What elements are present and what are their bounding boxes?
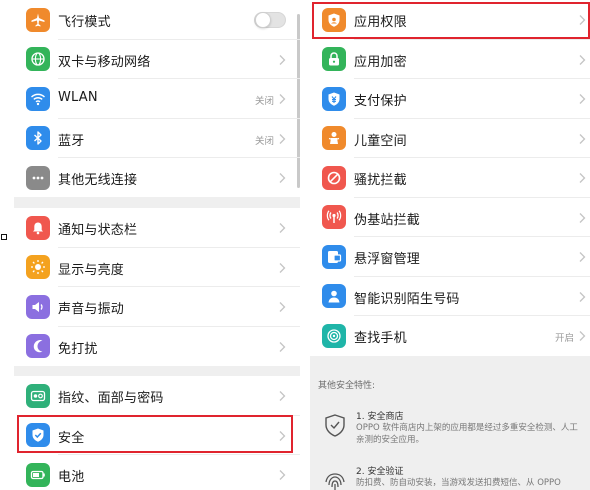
- feature-title-secure-verify: 2. 安全验证: [356, 467, 404, 477]
- more-dots-icon: [26, 165, 50, 190]
- feature-desc-secure-store: OPPO 软件商店内上架的应用都是经过多重安全检测、人工亲测的安全应用。: [356, 423, 578, 445]
- settings-row[interactable]: 应用加密: [310, 40, 590, 79]
- shield-pay-icon: [322, 86, 346, 111]
- chevron-right-icon: [578, 291, 586, 303]
- sun-icon: [26, 255, 50, 279]
- chevron-right-icon: [578, 172, 586, 184]
- lock-icon: [322, 47, 346, 71]
- row-label: 智能识别陌生号码: [354, 291, 460, 307]
- settings-row[interactable]: 查找手机 开启: [310, 316, 590, 356]
- row-label: 双卡与移动网络: [58, 54, 151, 70]
- child-icon: [322, 126, 346, 150]
- chevron-right-icon: [578, 14, 586, 26]
- chevron-right-icon: [278, 301, 286, 313]
- row-label: WLAN: [58, 90, 98, 105]
- row-value: 关闭: [254, 135, 274, 147]
- airplane-mode-toggle[interactable]: [254, 12, 286, 28]
- row-label: 通知与状态栏: [58, 223, 138, 238]
- row-label: 显示与亮度: [58, 262, 125, 278]
- row-label: 其他无线连接: [58, 173, 138, 188]
- row-label: 儿童空间: [354, 133, 407, 149]
- settings-row[interactable]: 儿童空间: [310, 119, 590, 158]
- settings-row[interactable]: 骚扰拦截: [310, 158, 590, 198]
- row-label: 应用加密: [354, 54, 407, 70]
- globe-icon: [26, 47, 50, 71]
- settings-row[interactable]: 蓝牙 关闭: [14, 119, 300, 158]
- settings-row[interactable]: 支付保护: [310, 79, 590, 119]
- shield-app-icon: [322, 7, 346, 32]
- chevron-right-icon: [578, 330, 586, 342]
- settings-row[interactable]: 应用权限: [310, 0, 590, 40]
- signal-tower-icon: [322, 205, 346, 229]
- row-label: 支付保护: [354, 94, 407, 109]
- settings-row[interactable]: 指纹、面部与密码: [14, 376, 300, 416]
- airplane-icon: [26, 7, 50, 32]
- wifi-icon: [26, 86, 50, 111]
- row-label: 飞行模式: [58, 15, 111, 30]
- row-label: 应用权限: [354, 15, 407, 30]
- settings-row[interactable]: 声音与振动: [14, 287, 300, 327]
- settings-row[interactable]: 显示与亮度: [14, 248, 300, 287]
- settings-row[interactable]: 双卡与移动网络: [14, 40, 300, 79]
- settings-row[interactable]: 飞行模式: [14, 0, 300, 40]
- settings-panel: 飞行模式 双卡与移动网络 WLAN 关闭 蓝牙 关闭 其他无线连接 通知与状态栏 显示与亮度 声音…: [14, 0, 300, 490]
- row-label: 指纹、面部与密码: [58, 391, 164, 406]
- moon-icon: [26, 334, 50, 358]
- row-label: 查找手机: [354, 331, 407, 346]
- chevron-right-icon: [278, 54, 286, 66]
- battery-icon: [26, 462, 50, 487]
- floating-window-icon: [322, 244, 346, 269]
- chevron-right-icon: [278, 133, 286, 145]
- chevron-right-icon: [278, 262, 286, 274]
- security-panel: 应用权限 应用加密 支付保护 儿童空间 骚扰拦截 伪基站拦截 悬浮窗管理 智能识别陌生号码 查找…: [310, 0, 590, 490]
- speaker-icon: [26, 294, 50, 319]
- other-features-caption: 其他安全特性:: [318, 381, 376, 391]
- chevron-right-icon: [278, 469, 286, 481]
- row-label: 声音与振动: [58, 302, 125, 317]
- settings-row[interactable]: 通知与状态栏: [14, 208, 300, 248]
- find-phone-icon: [322, 323, 346, 348]
- fingerprint-outline-icon: [322, 470, 348, 490]
- bluetooth-icon: [26, 126, 50, 150]
- chevron-right-icon: [578, 133, 586, 145]
- chevron-right-icon: [278, 222, 286, 234]
- settings-row[interactable]: 其他无线连接: [14, 158, 300, 198]
- row-label: 伪基站拦截: [354, 212, 421, 228]
- settings-row[interactable]: 安全: [14, 416, 300, 455]
- shield-outline-icon: [322, 412, 348, 438]
- block-icon: [322, 165, 346, 190]
- chevron-right-icon: [578, 54, 586, 66]
- settings-row[interactable]: 电池: [14, 455, 300, 490]
- row-value: 开启: [554, 333, 574, 344]
- chevron-right-icon: [578, 212, 586, 224]
- chevron-right-icon: [578, 93, 586, 105]
- chevron-right-icon: [278, 93, 286, 105]
- stray-marker: [1, 234, 7, 240]
- settings-row[interactable]: 悬浮窗管理: [310, 237, 590, 277]
- settings-row[interactable]: 免打扰: [14, 327, 300, 367]
- shield-check-icon: [26, 423, 50, 447]
- chevron-right-icon: [578, 251, 586, 263]
- fingerprint-icon: [26, 383, 50, 408]
- chevron-right-icon: [278, 341, 286, 353]
- chevron-right-icon: [278, 430, 286, 442]
- feature-desc-secure-verify: 防扣费、防自动安装，当游戏发送扣费短信、从 OPPO: [356, 478, 561, 488]
- settings-row[interactable]: 伪基站拦截: [310, 198, 590, 237]
- row-label: 骚扰拦截: [354, 173, 407, 188]
- row-label: 免打扰: [58, 341, 98, 357]
- chevron-right-icon: [278, 172, 286, 184]
- contact-icon: [322, 284, 346, 308]
- row-label: 悬浮窗管理: [354, 252, 421, 267]
- bell-icon: [26, 215, 50, 240]
- screenshot-canvas: 飞行模式 双卡与移动网络 WLAN 关闭 蓝牙 关闭 其他无线连接 通知与状态栏 显示与亮度 声音…: [0, 0, 590, 490]
- row-label: 蓝牙: [58, 133, 85, 149]
- row-label: 电池: [58, 470, 85, 485]
- settings-row[interactable]: WLAN 关闭: [14, 79, 300, 119]
- toggle-knob: [255, 12, 271, 28]
- row-value: 关闭: [254, 96, 274, 107]
- feature-title-secure-store: 1. 安全商店: [356, 412, 404, 422]
- settings-row[interactable]: 智能识别陌生号码: [310, 277, 590, 316]
- chevron-right-icon: [278, 390, 286, 402]
- row-label: 安全: [58, 430, 85, 446]
